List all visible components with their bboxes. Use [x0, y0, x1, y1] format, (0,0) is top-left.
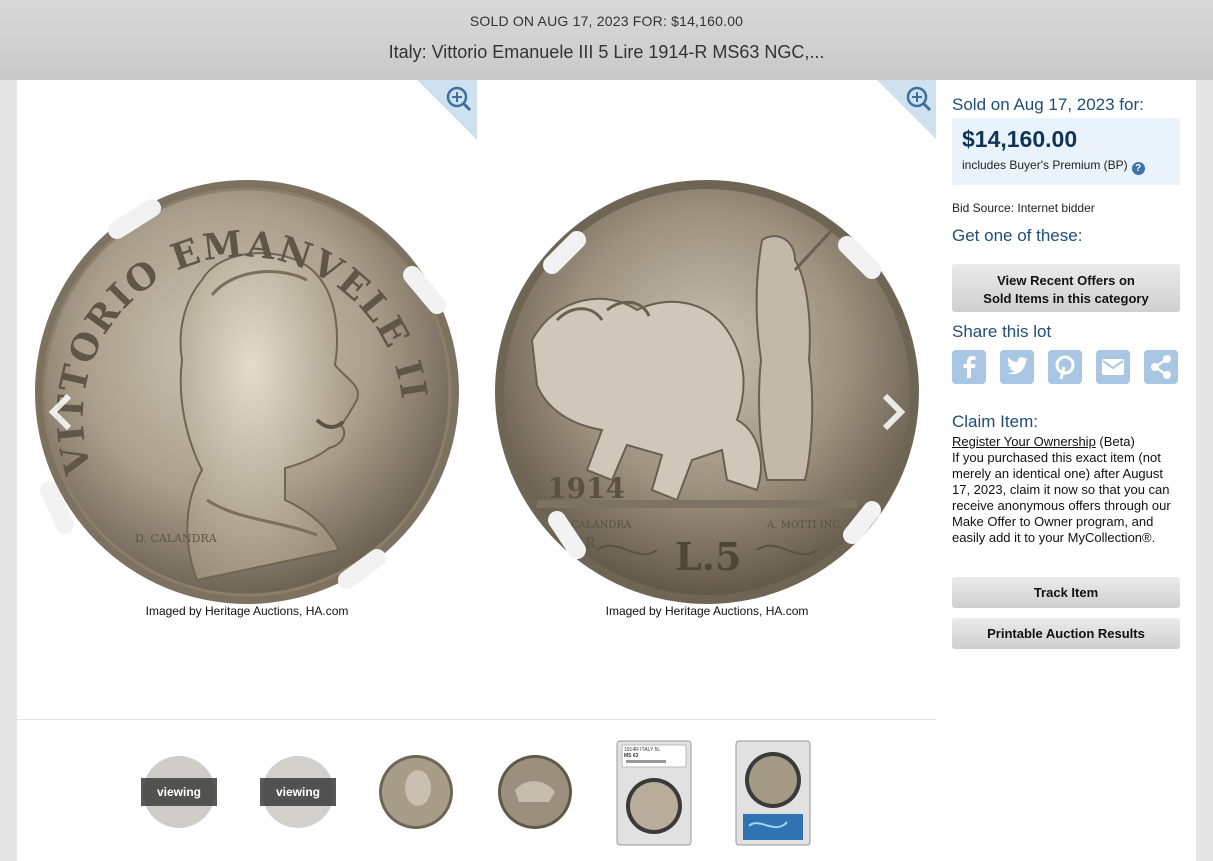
sold-heading: Sold on Aug 17, 2023 for:	[952, 95, 1144, 114]
thumbnail-image	[379, 755, 453, 829]
get-heading: Get one of these:	[952, 226, 1083, 245]
thumbnail-image	[735, 740, 811, 846]
thumbnail-slab-front[interactable]: 1914R ITALY 5L MS 63	[616, 740, 692, 846]
twitter-icon[interactable]	[1000, 350, 1034, 384]
image-viewer: VITTORIO EMANVELE III RE D'ITALIA D. CAL…	[17, 80, 937, 861]
reverse-coin: 1914 D. CALANDRA A. MOTTI INC. R L.5	[495, 180, 919, 604]
button-label: Sold Items in this category	[983, 291, 1149, 306]
reverse-denomination: L.5	[675, 534, 741, 579]
previous-image-button[interactable]	[47, 392, 77, 432]
bid-source: Bid Source: Internet bidder	[952, 201, 1095, 215]
slab-grade: MS 63	[624, 753, 639, 759]
chevron-right-icon	[882, 393, 906, 431]
pinterest-icon[interactable]	[1048, 350, 1082, 384]
obverse-engraver: D. CALANDRA	[135, 532, 218, 545]
thumbnail-image	[498, 755, 572, 829]
view-recent-offers-button[interactable]: View Recent Offers on Sold Items in this…	[952, 264, 1180, 312]
premium-note: includes Buyer's Premium (BP)?	[962, 158, 1145, 175]
obverse-image[interactable]: VITTORIO EMANVELE III RE D'ITALIA D. CAL…	[17, 80, 477, 640]
chevron-left-icon	[48, 393, 72, 431]
thumbnail-strip: viewing viewing 1914R ITALY 5L MS 63	[17, 720, 936, 861]
thumbnail-slab-back[interactable]	[735, 740, 811, 846]
reverse-mint: R	[585, 536, 596, 552]
thumbnail-reverse-closeup[interactable]	[497, 740, 573, 846]
facebook-icon[interactable]	[952, 350, 986, 384]
zoom-in-button[interactable]	[877, 80, 937, 140]
claim-description: If you purchased this exact item (not me…	[952, 450, 1171, 545]
main-image-area[interactable]: VITTORIO EMANVELE III RE D'ITALIA D. CAL…	[17, 80, 937, 719]
printable-results-button[interactable]: Printable Auction Results	[952, 618, 1180, 649]
thumbnail-obverse[interactable]: viewing	[141, 740, 217, 846]
zoom-in-icon	[417, 80, 477, 140]
price-box: $14,160.00 includes Buyer's Premium (BP)…	[952, 118, 1180, 185]
image-credit: Imaged by Heritage Auctions, HA.com	[145, 604, 349, 618]
next-image-button[interactable]	[877, 392, 907, 432]
zoom-in-button[interactable]	[417, 80, 477, 140]
reverse-engraver-right: A. MOTTI INC.	[766, 520, 843, 531]
sold-summary: SOLD ON AUG 17, 2023 FOR: $14,160.00	[469, 13, 744, 29]
email-icon[interactable]	[1096, 350, 1130, 384]
reverse-year: 1914	[547, 472, 625, 505]
viewing-badge: viewing	[141, 778, 217, 806]
register-ownership-link[interactable]: Register Your Ownership	[952, 434, 1096, 449]
obverse-coin: VITTORIO EMANVELE III RE D'ITALIA D. CAL…	[17, 80, 459, 604]
beta-label: (Beta)	[1095, 434, 1135, 449]
zoom-in-icon	[877, 80, 937, 140]
lot-sidebar: Sold on Aug 17, 2023 for: $14,160.00 inc…	[936, 80, 1196, 861]
button-label: View Recent Offers on	[997, 273, 1135, 288]
image-credit: Imaged by Heritage Auctions, HA.com	[605, 604, 809, 618]
sold-price: $14,160.00	[962, 126, 1078, 152]
reverse-image[interactable]: 1914 D. CALANDRA A. MOTTI INC. R L.5 Ima…	[477, 80, 937, 640]
thumbnail-obverse-closeup[interactable]	[378, 740, 454, 846]
track-item-button[interactable]: Track Item	[952, 577, 1180, 608]
share-buttons	[952, 350, 1182, 386]
share-icon[interactable]	[1144, 350, 1178, 384]
thumbnail-reverse[interactable]: viewing	[260, 740, 336, 846]
premium-text: includes Buyer's Premium (BP)	[962, 158, 1128, 172]
share-heading: Share this lot	[952, 322, 1052, 341]
top-bar: SOLD ON AUG 17, 2023 FOR: $14,160.00 Ita…	[0, 0, 1213, 80]
help-icon[interactable]: ?	[1131, 162, 1145, 175]
lot-title: Italy: Vittorio Emanuele III 5 Lire 1914…	[388, 42, 825, 62]
viewing-badge: viewing	[260, 778, 336, 806]
claim-heading: Claim Item:	[952, 412, 1038, 431]
claim-section: Register Your Ownership (Beta) If you pu…	[952, 434, 1182, 546]
